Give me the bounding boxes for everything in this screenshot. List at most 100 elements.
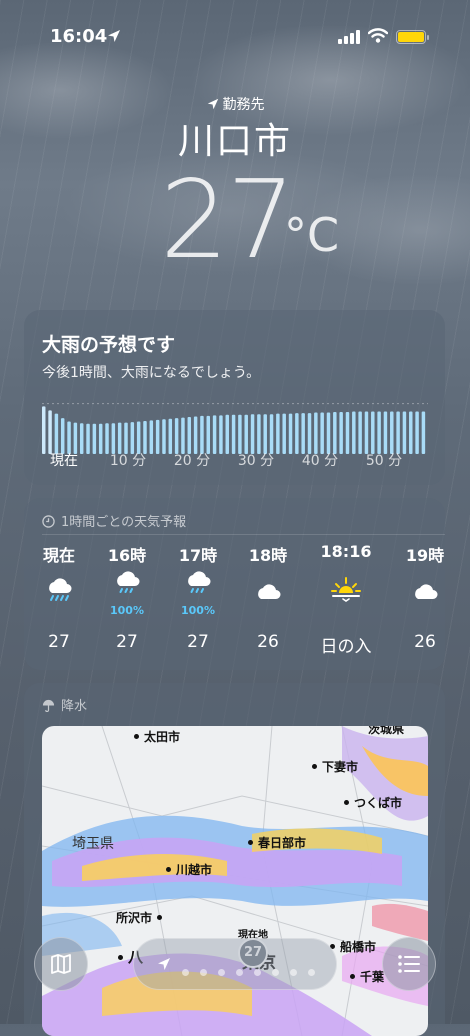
precip-chance: 100%	[181, 604, 215, 617]
precip-intensity-bar	[371, 411, 375, 454]
map-icon	[51, 954, 71, 974]
precip-intensity-bar	[48, 410, 52, 454]
precip-intensity-bar	[250, 414, 255, 454]
location-page-indicator[interactable]	[133, 938, 337, 990]
precip-intensity-bar	[231, 414, 236, 454]
location-list-button[interactable]	[382, 937, 436, 991]
map-label-funabashi: 船橋市	[330, 938, 376, 955]
map-label-kawagoe: 川越市	[166, 861, 212, 878]
city-name: 川口市	[177, 121, 292, 162]
precip-intensity-bar	[421, 411, 426, 454]
map-label-tsukuba: つくば市	[344, 794, 402, 811]
list-icon	[398, 955, 420, 973]
map-label-ota: 太田市	[134, 728, 180, 745]
hourly-temp: 27	[48, 632, 70, 652]
location-label: 勤務先	[0, 94, 470, 114]
hourly-temp: 26	[257, 632, 279, 652]
hourly-hour: 18:16	[320, 542, 372, 561]
precip-map-header: 降水	[42, 695, 87, 714]
hourly-temp: 26	[414, 632, 436, 652]
status-time: 16:04	[50, 26, 108, 47]
cloud-icon	[415, 584, 438, 599]
next-hour-precipitation-card[interactable]: 大雨の予想です 今後1時間、大雨になるでしょう。 現在 10 分 20 分 30 分 4…	[24, 310, 445, 485]
precip-intensity-bar	[415, 411, 419, 454]
precip-intensity-bar	[60, 418, 65, 454]
hourly-item-now: 現在 27	[24, 542, 94, 652]
precip-time-axis: 現在 10 分 20 分 30 分 40 分 50 分	[42, 450, 428, 469]
temperature-unit: °C	[284, 208, 340, 262]
sunset-icon	[331, 577, 361, 602]
hourly-hour: 現在	[42, 546, 75, 565]
precip-intensity-bar	[149, 420, 154, 454]
hourly-hour: 18時	[248, 546, 288, 565]
page-dots	[182, 961, 326, 980]
precip-intensity-bar	[409, 411, 413, 454]
hourly-forecast-header: 1時間ごとの天気予報	[42, 511, 186, 530]
precip-intensity-bar	[174, 418, 179, 454]
hourly-item-18: 18時 26	[233, 542, 303, 652]
location-arrow-icon	[207, 98, 218, 110]
map-label-ibaraki: 茨城県	[368, 726, 405, 736]
precip-intensity-bar	[187, 417, 192, 454]
precip-tick-label: 40 分	[301, 453, 339, 469]
rain-icon	[188, 571, 211, 593]
current-location-icon	[158, 958, 170, 970]
current-temperature: 27	[160, 158, 295, 283]
precip-intensity-bar	[288, 413, 293, 454]
hourly-temp: 27	[187, 632, 209, 652]
hourly-forecast-card[interactable]: 1時間ごとの天気予報 現在 27 16時 100% 27 17時 100% 27…	[24, 498, 445, 670]
hourly-item-sunset: 18:16 日の入	[311, 542, 381, 657]
hourly-temp: 27	[116, 632, 138, 652]
precip-intensity-bar	[383, 411, 388, 454]
precip-tick-label: 10 分	[109, 453, 147, 469]
precip-intensity-bar	[168, 418, 173, 454]
battery-tip	[427, 35, 429, 40]
precip-intensity-bar	[219, 415, 223, 454]
precip-intensity-chart	[42, 403, 428, 454]
map-button[interactable]	[34, 937, 88, 991]
precip-intensity-bar	[238, 414, 242, 454]
map-label-tokorozawa: 所沢市	[116, 909, 163, 926]
precip-intensity-bar	[42, 406, 46, 454]
precip-intensity-bar	[307, 413, 312, 454]
map-label-shimotsuma: 下妻市	[312, 758, 358, 775]
precip-intensity-bar	[212, 415, 217, 454]
map-label-kasukabe: 春日部市	[248, 834, 306, 851]
precip-intensity-bar	[339, 412, 343, 454]
hourly-temp: 日の入	[320, 637, 372, 657]
precip-map-header-label: 降水	[61, 699, 88, 714]
precip-intensity-bar	[402, 411, 407, 454]
precip-intensity-bar	[390, 411, 394, 454]
hourly-item-17: 17時 100% 27	[163, 542, 233, 652]
precip-intensity-bar	[162, 419, 166, 454]
precip-intensity-bar	[269, 414, 274, 454]
precip-intensity-bar	[54, 413, 59, 454]
precip-intensity-bar	[206, 415, 210, 454]
precip-intensity-bar	[263, 414, 267, 454]
precip-intensity-bar	[364, 411, 369, 454]
precip-chance: 100%	[110, 604, 144, 617]
precip-intensity-bar	[276, 413, 280, 454]
precip-intensity-bar	[377, 411, 381, 454]
precip-intensity-bar	[320, 412, 324, 454]
precip-tick-label: 現在	[50, 453, 78, 469]
precip-intensity-bar	[257, 414, 261, 454]
cellular-signal-icon	[338, 30, 360, 44]
hourly-hour: 17時	[178, 546, 218, 565]
rain-icon	[117, 571, 140, 593]
precip-intensity-bar	[333, 412, 337, 454]
hourly-forecast-header-label: 1時間ごとの天気予報	[61, 515, 187, 530]
precip-intensity-bar	[282, 413, 286, 454]
umbrella-icon	[42, 699, 55, 713]
precip-intensity-bar	[181, 417, 185, 454]
precip-intensity-bar	[314, 412, 318, 454]
precip-intensity-bar	[358, 411, 362, 454]
location-arrow-icon	[108, 30, 120, 42]
battery-icon	[396, 30, 426, 44]
precip-tick-label: 30 分	[237, 453, 275, 469]
cloud-icon	[258, 584, 281, 599]
location-label-text: 勤務先	[222, 97, 265, 113]
wifi-icon	[368, 28, 388, 43]
precip-intensity-bar	[225, 414, 229, 454]
precip-intensity-bar	[352, 411, 356, 454]
